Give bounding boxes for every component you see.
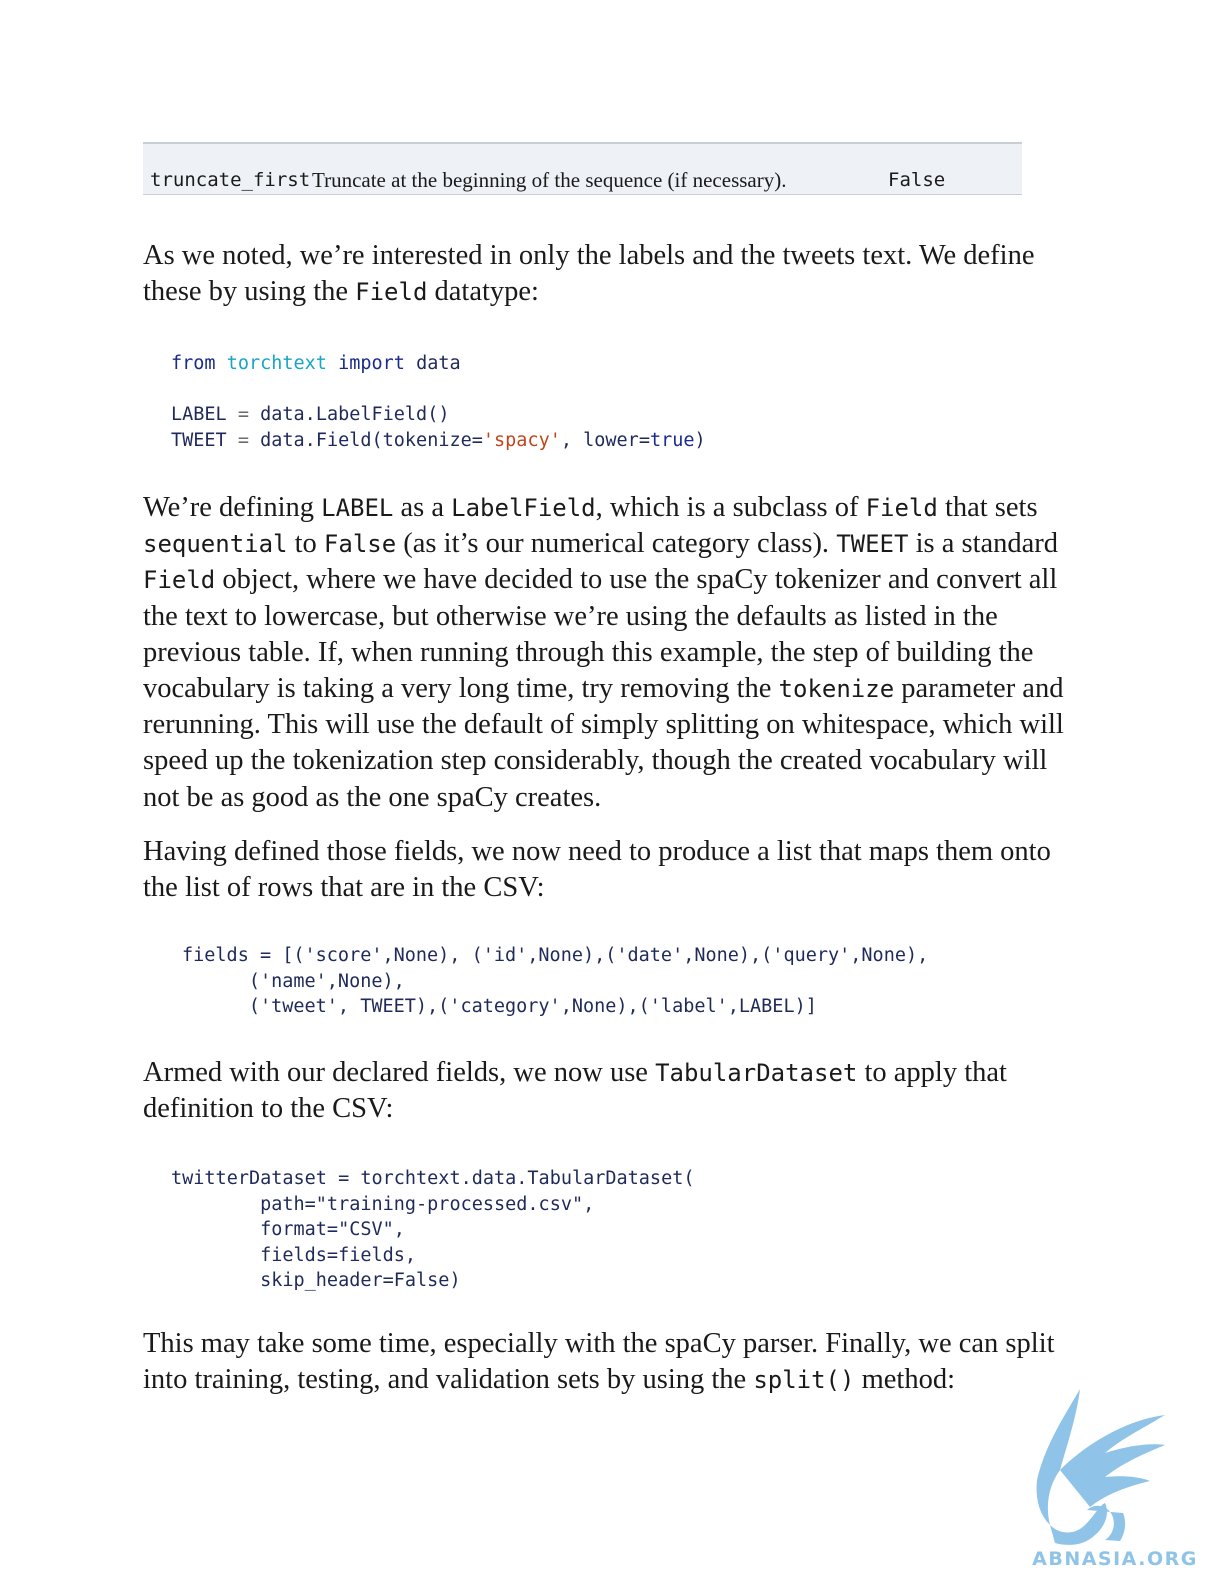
griffin-logo-icon: ABNASIA.ORG xyxy=(1032,1389,1198,1570)
parameter-table-row: truncate_first Truncate at the beginning… xyxy=(143,142,1022,195)
paragraph-tabular-dataset: Armed with our declared fields, we now u… xyxy=(143,1057,1007,1125)
code-block-fields: from torchtext import data LABEL = data.… xyxy=(171,353,706,451)
watermark-text: ABNASIA.ORG xyxy=(1032,1548,1198,1570)
paragraph-split-method: This may take some time, especially with… xyxy=(143,1328,1055,1396)
paragraph-label-definition: We’re defining LABEL as a LabelField, wh… xyxy=(143,492,1064,813)
code-block-tabular-dataset: twitterDataset = torchtext.data.TabularD… xyxy=(171,1168,695,1291)
code-block-fields-list: fields = [('score',None), ('id',None),('… xyxy=(182,945,929,1017)
paragraph-fields-list: Having defined those fields, we now need… xyxy=(143,836,1051,904)
param-description: Truncate at the beginning of the sequenc… xyxy=(312,168,787,192)
param-default: False xyxy=(888,169,946,191)
param-name: truncate_first xyxy=(150,169,311,191)
paragraph-intro-fields: As we noted, we’re interested in only th… xyxy=(143,240,1035,308)
